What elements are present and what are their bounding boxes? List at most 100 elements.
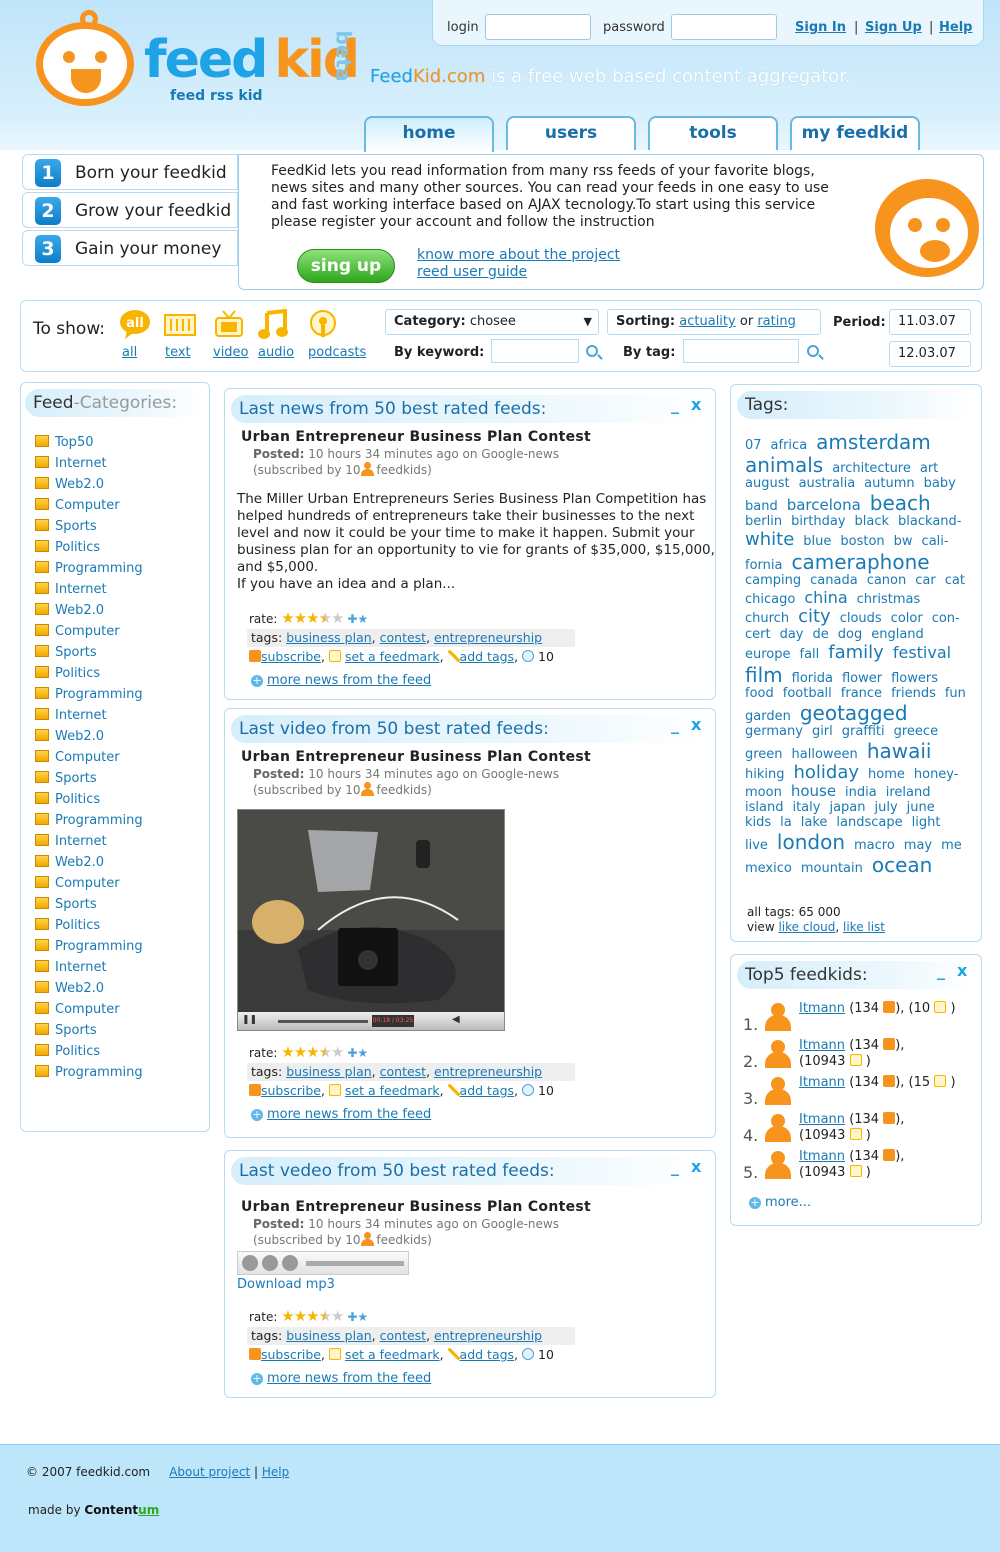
password-input[interactable] [671,14,777,40]
tag-cloud-item[interactable]: baby [924,476,956,492]
tag-cloud-item[interactable]: england [871,627,924,643]
tag-cloud-item[interactable]: ocean [872,854,932,877]
category-item[interactable]: Internet [35,960,107,975]
feedmark-link[interactable]: set a feedmark [345,649,440,664]
tag-link[interactable]: business plan [286,630,371,645]
tag-cloud-item[interactable]: india [845,785,877,801]
more-feedkids-link[interactable]: + more... [749,1195,811,1210]
category-item[interactable]: Computer [35,498,120,513]
tag-cloud-item[interactable]: autumn [864,476,914,492]
tag-cloud-item[interactable]: australia [799,476,856,492]
add-favorite-icon[interactable]: ✚★ [347,612,368,626]
tag-link[interactable]: business plan [286,1328,371,1343]
news-title[interactable]: Urban Entrepreneur Business Plan Contest [241,1199,591,1215]
footer-help-link[interactable]: Help [262,1465,289,1479]
tag-cloud-item[interactable]: day [780,627,804,643]
tag-cloud-item[interactable]: dog [838,627,862,643]
star-rating-icon[interactable]: ★★★★★ [281,1043,344,1061]
category-item[interactable]: Web2.0 [35,603,104,618]
tag-cloud-item[interactable]: may [904,838,932,854]
user-link[interactable]: Itmann [799,1112,845,1127]
audio-progress[interactable] [306,1261,404,1266]
user-link[interactable]: Itmann [799,1038,845,1053]
add-tags-link[interactable]: add tags [460,1083,515,1098]
user-link[interactable]: Itmann [799,1149,845,1164]
login-input[interactable] [485,14,591,40]
tag-cloud-item[interactable]: clouds [840,611,882,627]
category-item[interactable]: Sports [35,645,97,660]
sing-up-button[interactable]: sing up [297,249,395,283]
tag-cloud-item[interactable]: church [745,611,789,627]
tag-cloud-item[interactable]: florida [792,671,833,687]
tag-cloud-item[interactable]: hawaii [867,739,932,763]
category-item[interactable]: Computer [35,624,120,639]
tag-cloud-item[interactable]: holiday [793,762,859,784]
user-avatar-icon[interactable] [763,1003,791,1031]
text-icon[interactable] [163,309,196,341]
user-link[interactable]: Itmann [799,1075,845,1090]
tab-users[interactable]: users [506,116,636,150]
tag-cloud-item[interactable]: band [745,499,778,515]
sign-up-link[interactable]: Sign Up [865,20,922,35]
tag-cloud-item[interactable]: birthday [791,514,845,530]
search-icon[interactable] [807,345,819,357]
category-select[interactable]: Category: chosee ▼ [385,309,599,335]
filter-text-link[interactable]: text [165,345,191,360]
tag-cloud-item[interactable]: barcelona [787,496,861,514]
category-item[interactable]: Internet [35,456,107,471]
tag-cloud-item[interactable]: blackand- [898,514,961,530]
tag-cloud-item[interactable]: canon [867,573,907,589]
tag-cloud-item[interactable]: mexico [745,861,792,877]
tag-link[interactable]: contest [380,1328,426,1343]
video-player[interactable]: ❚❚ 00:18 / 03:25 ◀ [237,809,505,1031]
tag-cloud-item[interactable]: moon [745,785,782,801]
tag-cloud-item[interactable]: festival [893,643,951,662]
tag-cloud-item[interactable]: black [855,514,890,530]
tag-input[interactable] [683,339,799,363]
tag-link[interactable]: entrepreneurship [434,1064,542,1079]
tag-cloud-item[interactable]: boston [840,534,884,550]
minimize-icon[interactable]: _ [937,961,945,980]
tag-cloud-item[interactable]: beach [870,491,931,515]
tag-cloud-item[interactable]: italy [792,800,820,816]
tag-cloud-item[interactable]: girl [812,724,833,740]
subscribe-link[interactable]: subscribe [261,1083,321,1098]
category-item[interactable]: Computer [35,750,120,765]
all-icon[interactable]: all [119,309,151,341]
news-title[interactable]: Urban Entrepreneur Business Plan Contest [241,429,591,445]
tag-cloud-item[interactable]: august [745,476,790,492]
rating[interactable]: rate: ★★★★★ ✚★ [249,1307,368,1325]
tag-link[interactable]: contest [380,630,426,645]
tag-cloud-item[interactable]: con- [932,611,960,627]
tag-cloud-item[interactable]: animals [745,454,823,477]
feedmark-link[interactable]: set a feedmark [345,1083,440,1098]
podcast-icon[interactable] [307,309,339,341]
tag-cloud-item[interactable]: family [828,642,884,664]
pause-icon[interactable] [282,1255,298,1271]
star-rating-icon[interactable]: ★★★★★ [281,609,344,627]
subscribe-link[interactable]: subscribe [261,1347,321,1362]
audio-icon[interactable] [257,308,289,341]
tab-home[interactable]: home [364,116,494,152]
category-item[interactable]: Programming [35,1065,143,1080]
add-tags-link[interactable]: add tags [460,1347,515,1362]
tag-cloud-item[interactable]: food [745,686,774,702]
category-item[interactable]: Politics [35,540,100,555]
category-item[interactable]: Internet [35,834,107,849]
tab-tools[interactable]: tools [648,116,778,150]
tag-cloud-item[interactable]: amsterdam [816,431,931,454]
stop-icon[interactable] [262,1255,278,1271]
category-item[interactable]: Web2.0 [35,729,104,744]
user-link[interactable]: Itmann [799,1001,845,1016]
tag-cloud-item[interactable]: car [915,573,935,589]
tag-link[interactable]: contest [380,1064,426,1079]
tag-cloud-item[interactable]: france [841,686,882,702]
tag-cloud-item[interactable]: christmas [857,592,921,608]
category-item[interactable]: Top50 [35,435,93,450]
tag-cloud-item[interactable]: me [941,838,962,854]
minimize-icon[interactable]: _ [671,715,679,734]
play-icon[interactable] [242,1255,258,1271]
tag-cloud-item[interactable]: architecture [832,461,911,477]
tag-cloud-item[interactable]: color [891,611,923,627]
tag-link[interactable]: entrepreneurship [434,1328,542,1343]
